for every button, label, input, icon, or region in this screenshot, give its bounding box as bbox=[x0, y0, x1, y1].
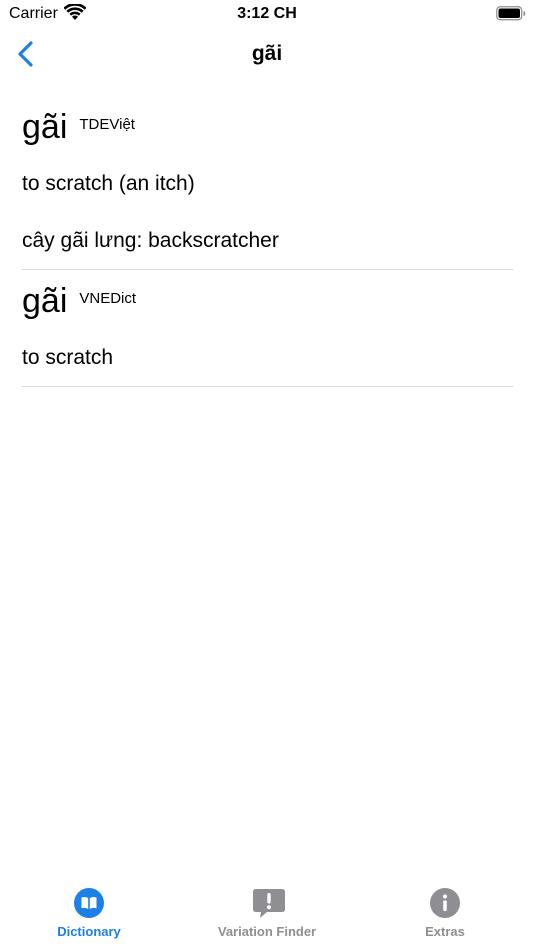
tab-dictionary[interactable]: Dictionary bbox=[0, 886, 178, 950]
entry-definition: to scratch (an itch) bbox=[22, 172, 195, 195]
tab-label: Variation Finder bbox=[217, 924, 317, 939]
entry-definition: to scratch bbox=[22, 346, 114, 369]
info-icon bbox=[430, 888, 460, 918]
exclamation-bubble-icon bbox=[252, 888, 285, 918]
entry-list: gãi TDEViệt to scratch (an itch) cây gãi… bbox=[22, 96, 513, 387]
tab-variation-finder[interactable]: Variation Finder bbox=[178, 886, 356, 950]
entry-definition: cây gãi lưng: backscratcher bbox=[22, 229, 279, 252]
clock: 3:12 CH bbox=[237, 5, 297, 22]
status-bar: Carrier 3:12 CH bbox=[0, 0, 534, 30]
book-icon bbox=[74, 888, 104, 918]
tab-extras[interactable]: Extras bbox=[356, 886, 534, 950]
page-title: gãi bbox=[251, 42, 283, 65]
entry-header: gãi VNEDict bbox=[22, 270, 513, 334]
tab-bar: Dictionary Variation Finder Extras bbox=[0, 886, 534, 950]
tab-label: Dictionary bbox=[57, 924, 121, 939]
app-screen: Carrier 3:12 CH gãi gãi TDEViệt to scrat… bbox=[0, 0, 534, 950]
entry-headword: gãi bbox=[22, 282, 68, 320]
navigation-bar: gãi bbox=[0, 30, 534, 80]
tab-label: Extras bbox=[425, 924, 465, 939]
dictionary-entry: gãi TDEViệt to scratch (an itch) cây gãi… bbox=[22, 96, 513, 270]
battery-icon bbox=[496, 6, 526, 21]
entry-source: VNEDict bbox=[79, 290, 137, 307]
entry-header: gãi TDEViệt bbox=[22, 96, 513, 160]
entry-headword: gãi bbox=[22, 108, 68, 146]
dictionary-entry: gãi VNEDict to scratch bbox=[22, 270, 513, 387]
entry-source: TDEViệt bbox=[79, 116, 135, 133]
